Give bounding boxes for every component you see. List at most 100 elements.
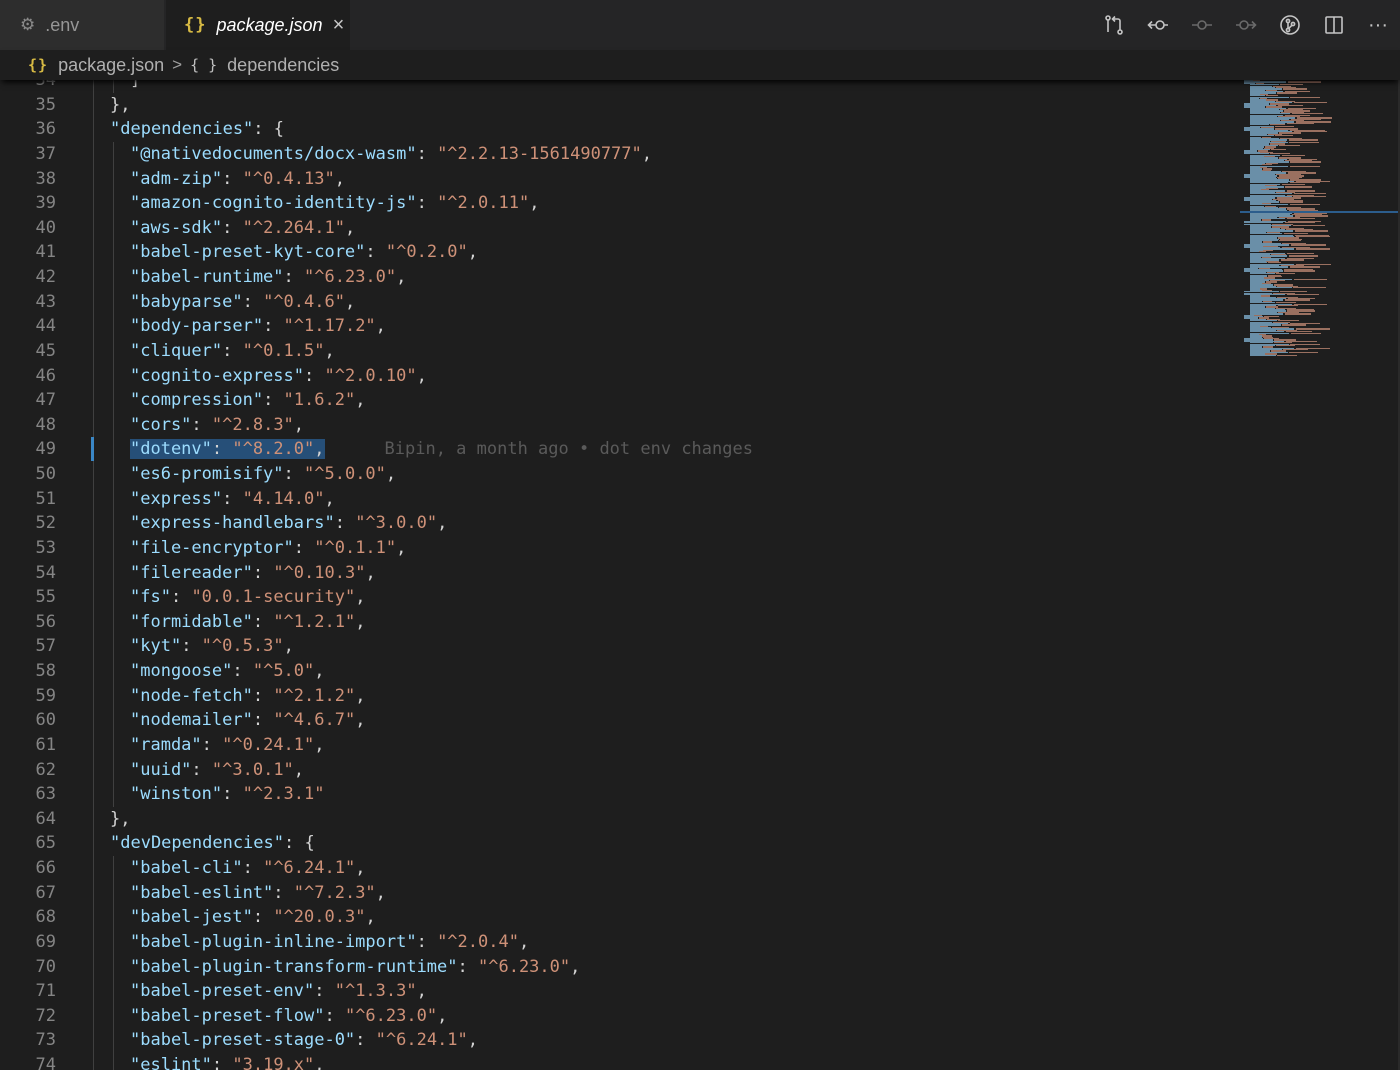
code-line[interactable]: 67 "babel-eslint": "^7.2.3", <box>0 880 1240 906</box>
code-line[interactable]: 42 "babel-runtime": "^6.23.0", <box>0 265 1240 290</box>
code-line[interactable]: 52 "express-handlebars": "^3.0.0", <box>0 511 1240 536</box>
code-text: "compression": "1.6.2", <box>130 388 365 413</box>
minimap-line <box>1290 244 1326 246</box>
split-editor-icon[interactable] <box>1312 0 1356 50</box>
code-text: "babel-preset-stage-0": "^6.24.1", <box>130 1028 478 1053</box>
code-line[interactable]: 54 "filereader": "^0.10.3", <box>0 560 1240 586</box>
line-number: 65 <box>35 833 56 854</box>
code-line[interactable]: 61 "ramda": "^0.24.1", <box>0 732 1240 758</box>
code-line[interactable]: 48 "cors": "^2.8.3", <box>0 412 1240 438</box>
line-number: 45 <box>35 340 56 361</box>
git-commit-icon[interactable] <box>1180 0 1224 50</box>
more-actions-icon[interactable]: ··· <box>1356 0 1400 50</box>
code-content: "aws-sdk": "^2.264.1", <box>130 218 355 238</box>
minimap-line <box>1290 204 1320 206</box>
code-line[interactable]: 69 "babel-plugin-inline-import": "^2.0.4"… <box>0 929 1240 955</box>
tab-package-json[interactable]: {} package.json × <box>166 0 350 50</box>
json-value: "^2.0.4" <box>437 931 519 952</box>
code-content: "babel-plugin-inline-import": "^2.0.4", <box>130 932 529 952</box>
code-line[interactable]: 74 "eslint": "3.19.x", <box>0 1053 1240 1070</box>
code-line[interactable]: 45 "cliquer": "^0.1.5", <box>0 338 1240 364</box>
code-line[interactable]: 55 "fs": "0.0.1-security", <box>0 585 1240 610</box>
code-editor[interactable]: 34] 35}, 36 "dependencies": {37 "@nativedocu… <box>0 80 1400 1070</box>
code-line[interactable]: 63 "winston": "^2.3.1" <box>0 782 1240 807</box>
indent-guide <box>113 659 114 684</box>
code-line[interactable]: 70 "babel-plugin-transform-runtime": "^6.… <box>0 954 1240 980</box>
indent-guide <box>113 905 114 930</box>
code-line[interactable]: 44 "body-parser": "^1.17.2", <box>0 314 1240 339</box>
code-line[interactable]: 37 "@nativedocuments/docx-wasm": "^2.2.13… <box>0 141 1240 167</box>
git-previous-revision-icon[interactable] <box>1136 0 1180 50</box>
code-line[interactable]: 64}, <box>0 806 1240 832</box>
code-line[interactable]: 66 "babel-cli": "^6.24.1", <box>0 856 1240 881</box>
git-next-revision-icon[interactable] <box>1224 0 1268 50</box>
json-value: "^0.5.3" <box>201 636 284 657</box>
code-line[interactable]: 60 "nodemailer": "^4.6.7", <box>0 708 1240 733</box>
colon: : <box>222 168 243 189</box>
indent-guide <box>93 708 94 733</box>
indent-guide <box>113 535 114 561</box>
close-icon[interactable]: × <box>333 14 345 37</box>
colon: : <box>283 464 305 484</box>
code-line[interactable]: 34] <box>0 80 1240 93</box>
code-line[interactable]: 36 "dependencies": { <box>0 117 1240 142</box>
minimap-line <box>1290 161 1321 163</box>
code-line[interactable]: 50 "es6-promisify": "^5.0.0", <box>0 462 1240 487</box>
code-line[interactable]: 53 "file-encryptor": "^0.1.1", <box>0 535 1240 561</box>
colon: : <box>304 365 325 386</box>
code-line[interactable]: 43 "babyparse": "^0.4.6", <box>0 289 1240 315</box>
code-line[interactable]: 57 "kyt": "^0.5.3", <box>0 634 1240 659</box>
minimap-viewport-indicator[interactable] <box>1240 211 1400 213</box>
tab-env[interactable]: ⚙ .env <box>0 0 165 50</box>
code-line[interactable]: 35}, <box>0 92 1240 118</box>
tab-bar: ⚙ .env {} package.json × ··· <box>0 0 1400 50</box>
indent-guide <box>113 363 114 389</box>
json-key: "kyt" <box>130 636 182 657</box>
json-key: "babyparse" <box>130 291 243 312</box>
minimap-line <box>1285 186 1312 188</box>
code-text: "babel-plugin-inline-import": "^2.0.4", <box>130 930 529 955</box>
code-line[interactable]: 68 "babel-jest": "^20.0.3", <box>0 905 1240 930</box>
line-number: 57 <box>35 636 56 657</box>
code-line[interactable]: 56 "formidable": "^1.2.1", <box>0 609 1240 635</box>
indent-guide <box>93 683 94 709</box>
code-line[interactable]: 72 "babel-preset-flow": "^6.23.0", <box>0 1003 1240 1029</box>
indent-guide <box>93 363 94 389</box>
code-line[interactable]: 73 "babel-preset-stage-0": "^6.24.1", <box>0 1028 1240 1053</box>
code-line[interactable]: 47 "compression": "1.6.2", <box>0 388 1240 413</box>
breadcrumb-symbol[interactable]: dependencies <box>227 55 339 76</box>
code-text: "amazon-cognito-identity-js": "^2.0.11", <box>130 191 539 216</box>
code-line[interactable]: 38 "adm-zip": "^0.4.13", <box>0 166 1240 192</box>
json-value: "^1.2.1" <box>273 611 356 632</box>
code-content: "babel-preset-flow": "^6.23.0", <box>130 1006 447 1026</box>
code-line[interactable]: 41 "babel-preset-kyt-core": "^0.2.0", <box>0 240 1240 265</box>
json-key: "babel-jest" <box>130 907 253 928</box>
colon: : <box>181 636 202 657</box>
indent-guide <box>93 1028 94 1053</box>
breadcrumb-file[interactable]: package.json <box>58 55 164 76</box>
code-line[interactable]: 49 "dotenv": "^8.2.0", Bipin, a month ago … <box>0 437 1240 462</box>
json-value: "^0.1.5" <box>242 340 325 361</box>
indent-guide <box>93 191 94 216</box>
code-line[interactable]: 62 "uuid": "^3.0.1", <box>0 757 1240 783</box>
colon: : <box>273 882 294 903</box>
code-line[interactable]: 40 "aws-sdk": "^2.264.1", <box>0 215 1240 241</box>
code-line[interactable]: 71 "babel-preset-env": "^1.3.3", <box>0 979 1240 1004</box>
code-line[interactable]: 39 "amazon-cognito-identity-js": "^2.0.11… <box>0 191 1240 216</box>
code-line[interactable]: 65 "devDependencies": { <box>0 831 1240 856</box>
indent-guide <box>113 1028 114 1053</box>
indent-guide <box>93 240 94 265</box>
code-line[interactable]: 59 "node-fetch": "^2.1.2", <box>0 683 1240 709</box>
punctuation: , <box>396 537 407 558</box>
code-line[interactable]: 58 "mongoose": "^5.0", <box>0 659 1240 684</box>
line-number: 42 <box>35 267 56 287</box>
line-number: 66 <box>35 858 56 878</box>
code-line[interactable]: 46 "cognito-express": "^2.0.10", <box>0 363 1240 389</box>
code-line[interactable]: 51 "express": "4.14.0", <box>0 486 1240 512</box>
minimap[interactable] <box>1240 80 1400 370</box>
git-lens-icon[interactable] <box>1268 0 1312 50</box>
indent-guide <box>93 806 94 832</box>
code-content: "es6-promisify": "^5.0.0", <box>130 464 396 484</box>
punctuation: , <box>467 242 479 263</box>
open-changes-icon[interactable] <box>1092 0 1136 50</box>
